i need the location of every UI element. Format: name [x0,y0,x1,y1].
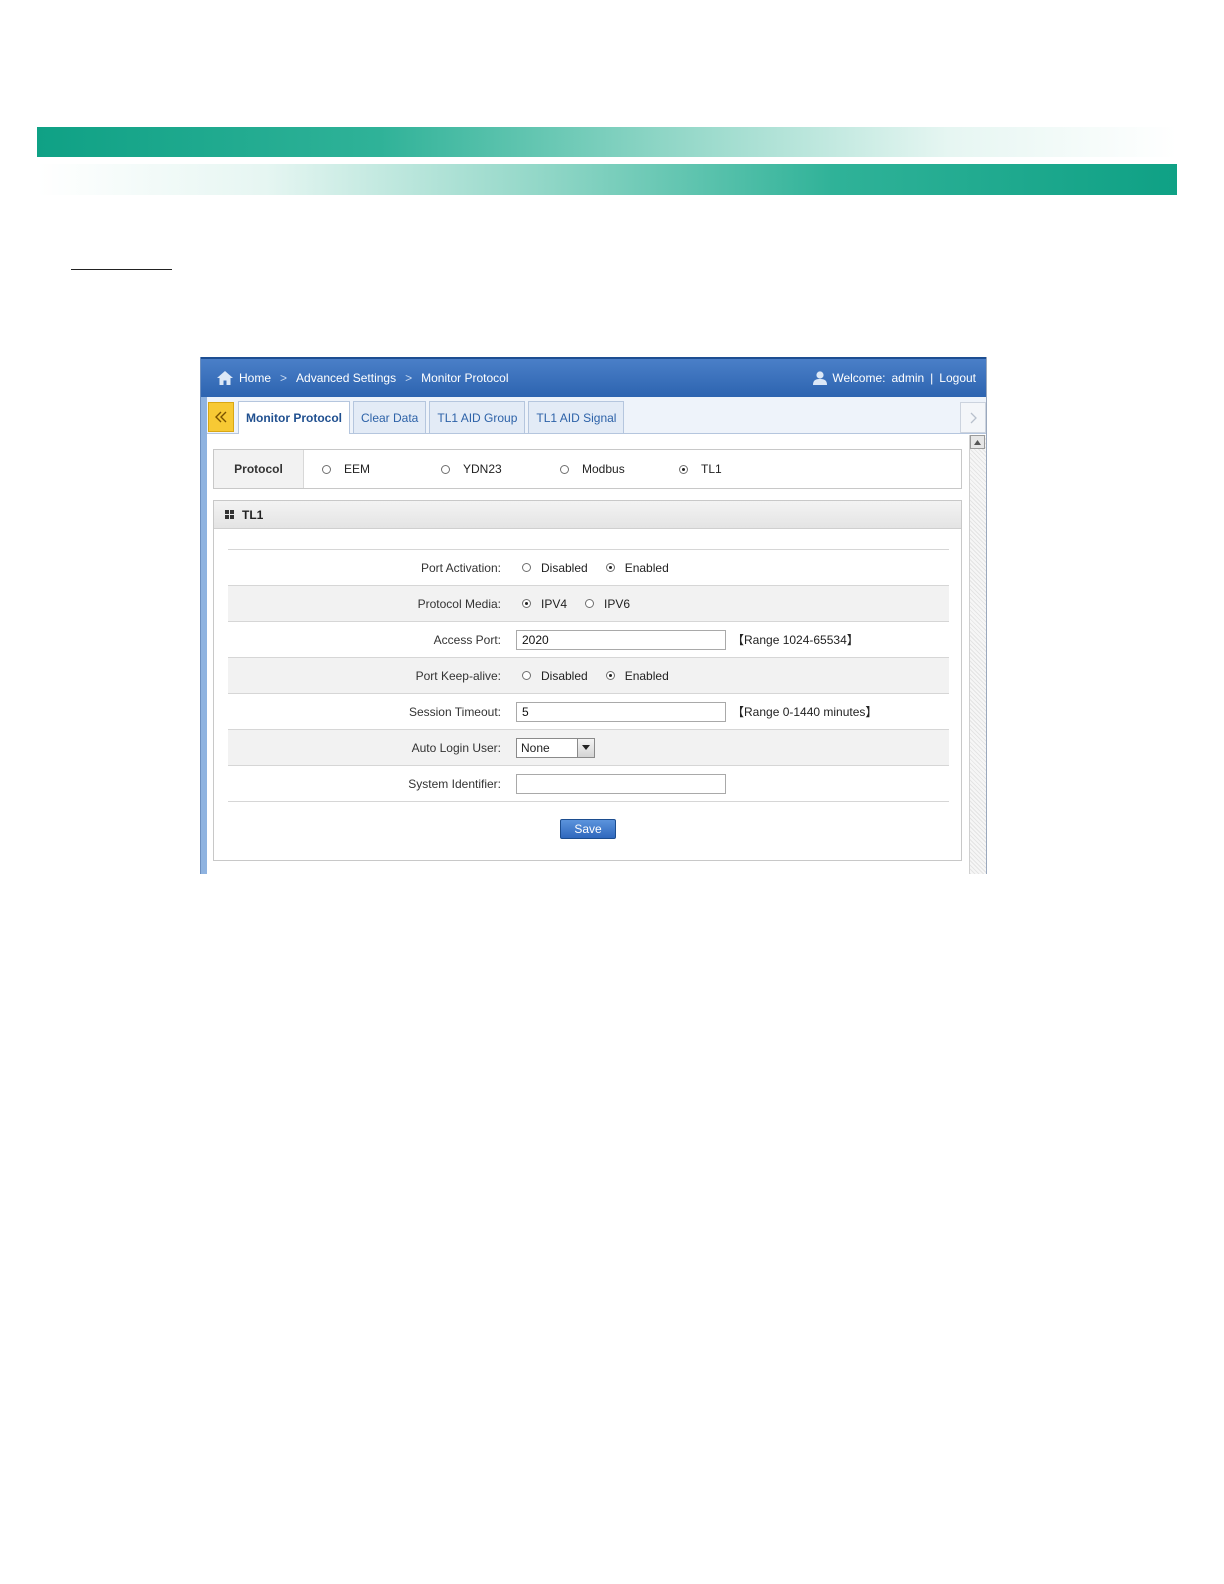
chevron-right-icon: > [405,371,413,385]
system-identifier-value [516,766,726,801]
protocol-media-options: IPV4 IPV6 [516,586,642,621]
session-timeout-value: 【Range 0-1440 minutes】 [516,694,877,729]
tl1-settings-panel: TL1 Port Activation: Disabled Enabled Pr… [213,500,962,861]
breadcrumb-current: Monitor Protocol [421,371,509,385]
panel-title: TL1 [242,507,264,522]
panel-header: TL1 [214,501,961,529]
protocol-media-ipv4-radio[interactable] [522,599,531,608]
screenshot-window: Home > Advanced Settings > Monitor Proto… [200,357,987,874]
vertical-scrollbar[interactable] [969,435,986,874]
auto-login-user-selected: None [521,740,550,755]
grid-icon [225,510,234,519]
port-activation-disabled-label: Disabled [541,560,588,575]
auto-login-user-select[interactable]: None [516,737,595,758]
user-area: Welcome: admin | Logout [812,359,976,397]
decorative-band-top [37,127,1177,157]
row-port-keepalive: Port Keep-alive: Disabled Enabled [228,658,949,694]
tabs: Monitor Protocol Clear Data TL1 AID Grou… [238,401,627,434]
session-timeout-range-hint: 【Range 0-1440 minutes】 [732,705,878,719]
protocol-option-tl1[interactable]: TL1 [679,450,722,488]
radio-ydn23[interactable] [441,464,450,474]
port-activation-options: Disabled Enabled [516,550,681,585]
protocol-option-label: TL1 [701,462,722,476]
tab-clear-data[interactable]: Clear Data [353,401,427,433]
access-port-range-hint: 【Range 1024-65534】 [732,633,859,647]
radio-eem[interactable] [322,464,331,474]
access-port-input[interactable] [516,629,726,650]
session-timeout-label: Session Timeout: [408,704,501,719]
save-button[interactable]: Save [560,819,616,839]
tab-scroll-right-button[interactable] [960,402,986,433]
radio-tl1[interactable] [679,464,688,474]
port-keepalive-disabled-radio[interactable] [522,671,531,680]
protocol-option-label: Modbus [582,462,625,476]
system-identifier-input[interactable] [516,773,726,794]
port-keepalive-enabled-label: Enabled [624,668,669,683]
username: admin [891,371,925,385]
protocol-media-ipv4-label: IPV4 [541,596,568,611]
port-keepalive-disabled-label: Disabled [541,668,588,683]
radio-modbus[interactable] [560,464,569,474]
row-auto-login-user: Auto Login User: None [228,730,949,766]
tab-monitor-protocol[interactable]: Monitor Protocol [238,401,350,434]
port-activation-enabled-radio[interactable] [605,563,615,572]
row-system-identifier: System Identifier: [228,766,949,802]
session-timeout-input[interactable] [516,701,726,722]
protocol-media-ipv6-label: IPV6 [604,596,631,611]
protocol-label: Protocol [214,450,304,488]
port-keepalive-options: Disabled Enabled [516,658,681,693]
logout-link[interactable]: Logout [939,371,976,385]
port-keepalive-enabled-radio[interactable] [605,671,615,680]
settings-form: Port Activation: Disabled Enabled Protoc… [228,549,949,802]
tab-tl1-aid-signal[interactable]: TL1 AID Signal [528,401,625,433]
user-separator: | [930,371,934,385]
breadcrumb-home[interactable]: Home [239,371,271,385]
row-access-port: Access Port: 【Range 1024-65534】 [228,622,949,658]
user-icon [813,371,828,385]
protocol-option-ydn23[interactable]: YDN23 [441,450,502,488]
protocol-media-ipv6-radio[interactable] [585,599,595,608]
system-identifier-label: System Identifier: [408,776,501,791]
chevron-right-icon: > [280,371,288,385]
access-port-label: Access Port: [433,632,501,647]
access-port-value: 【Range 1024-65534】 [516,622,859,657]
tab-bar: Monitor Protocol Clear Data TL1 AID Grou… [207,397,986,434]
left-edge-bar [201,397,207,874]
home-icon[interactable] [216,370,234,386]
protocol-option-eem[interactable]: EEM [322,450,370,488]
decorative-band-bottom [37,164,1177,195]
port-activation-disabled-radio[interactable] [522,563,531,572]
tab-scroll-left-button[interactable] [208,402,234,432]
port-keepalive-label: Port Keep-alive: [415,668,501,683]
protocol-option-label: EEM [344,462,371,476]
protocol-option-modbus[interactable]: Modbus [560,450,625,488]
auto-login-user-label: Auto Login User: [411,740,501,755]
chevron-right-icon [970,412,977,423]
dropdown-arrow-icon[interactable] [577,738,594,757]
breadcrumb-advanced-settings[interactable]: Advanced Settings [296,371,396,385]
auto-login-user-value: None [516,730,595,765]
welcome-label: Welcome: [832,371,886,385]
protocol-option-label: YDN23 [463,462,502,476]
port-activation-enabled-label: Enabled [624,560,669,575]
section-underline [71,269,172,270]
row-session-timeout: Session Timeout: 【Range 0-1440 minutes】 [228,694,949,730]
top-navigation-bar: Home > Advanced Settings > Monitor Proto… [201,357,986,397]
breadcrumb: Home > Advanced Settings > Monitor Proto… [216,359,509,397]
scroll-up-arrow-icon[interactable] [970,435,985,449]
protocol-media-label: Protocol Media: [417,596,501,611]
row-protocol-media: Protocol Media: IPV4 IPV6 [228,586,949,622]
protocol-selector: Protocol EEM YDN23 Modbus TL1 [213,449,962,489]
double-chevron-left-icon [215,411,227,423]
tab-tl1-aid-group[interactable]: TL1 AID Group [429,401,526,433]
row-port-activation: Port Activation: Disabled Enabled [228,550,949,586]
port-activation-label: Port Activation: [420,560,501,575]
